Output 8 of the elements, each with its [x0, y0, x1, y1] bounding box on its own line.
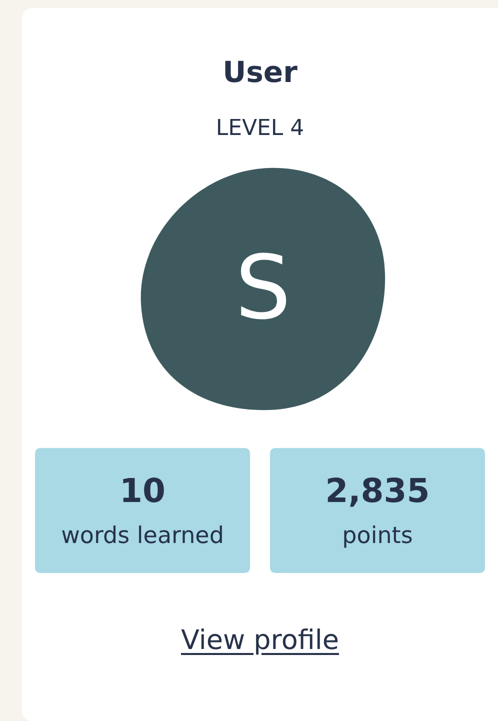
user-level: LEVEL 4	[216, 115, 304, 143]
stat-label: points	[342, 522, 413, 550]
stat-value: 10	[120, 470, 166, 510]
view-profile-link[interactable]: View profile	[181, 621, 339, 662]
user-name: User	[222, 54, 298, 91]
stat-value: 2,835	[325, 470, 430, 510]
avatar-initial: S	[234, 235, 292, 341]
stat-label: words learned	[61, 522, 224, 550]
